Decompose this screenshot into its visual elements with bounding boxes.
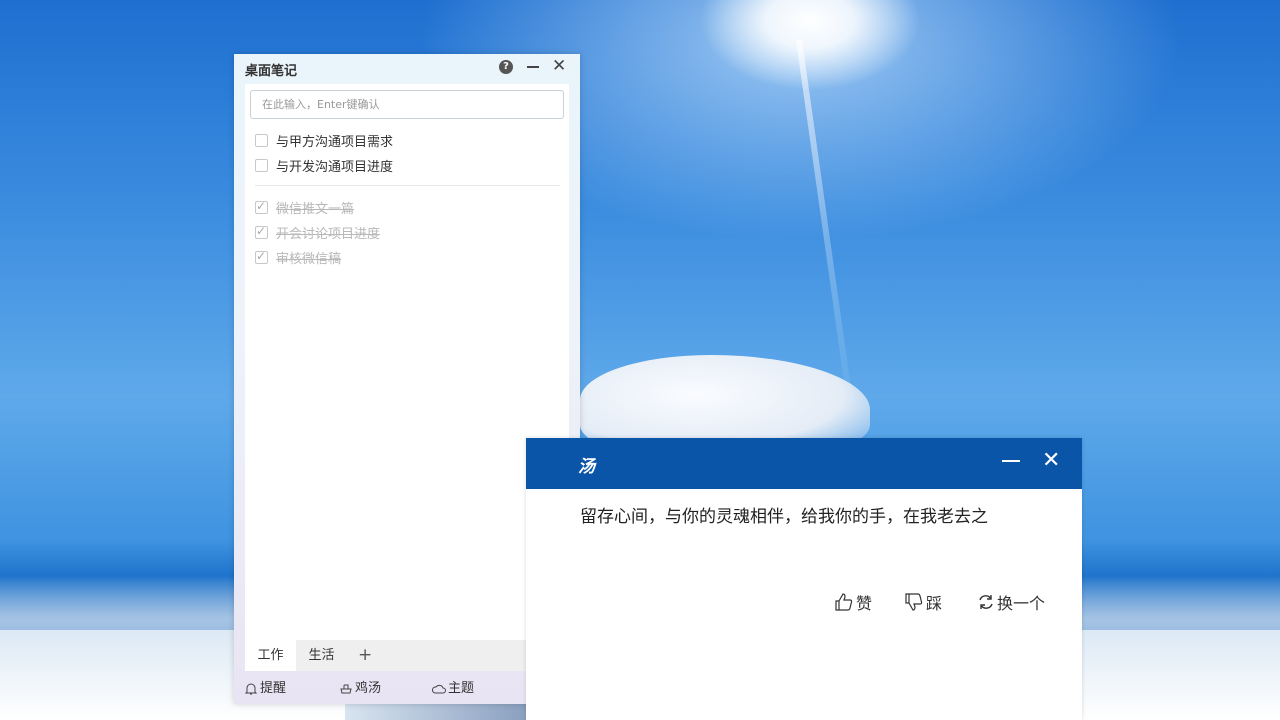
sun-ray bbox=[796, 39, 855, 417]
bell-icon bbox=[244, 683, 258, 694]
close-icon[interactable]: ✕ bbox=[552, 58, 566, 75]
like-button[interactable]: 赞 bbox=[834, 590, 872, 614]
todo-input[interactable]: 在此输入，Enter键确认 bbox=[250, 90, 564, 119]
checkbox[interactable] bbox=[255, 133, 268, 147]
thumbs-down-icon bbox=[905, 593, 923, 611]
dislike-label: 踩 bbox=[926, 594, 943, 613]
reminder-button[interactable]: 提醒 bbox=[244, 673, 286, 704]
todo-item[interactable]: 与开发沟通项目进度 bbox=[255, 155, 393, 175]
divider bbox=[255, 185, 560, 186]
todo-item-text: 与开发沟通项目进度 bbox=[276, 159, 394, 175]
close-icon[interactable]: ✕ bbox=[1042, 448, 1060, 474]
completed-todo-item[interactable]: 审核微信稿 bbox=[255, 247, 341, 267]
todo-item-text: 微信推文一篇 bbox=[276, 201, 355, 217]
todo-item-text: 与甲方沟通项目需求 bbox=[276, 134, 394, 150]
soup-button[interactable]: 鸡汤 bbox=[339, 673, 381, 704]
checkbox[interactable] bbox=[255, 158, 268, 172]
theme-button[interactable]: 主题 bbox=[432, 673, 474, 704]
category-tabs: 工作 生活 + bbox=[245, 640, 569, 671]
wallpaper-strip bbox=[345, 704, 526, 720]
refresh-label: 换一个 bbox=[997, 594, 1046, 613]
help-icon[interactable]: ? bbox=[499, 60, 513, 74]
refresh-icon bbox=[979, 595, 993, 609]
add-tab-button[interactable]: + bbox=[358, 640, 372, 671]
checkbox-checked[interactable] bbox=[255, 199, 268, 214]
thumbs-up-icon bbox=[835, 593, 853, 611]
dislike-button[interactable]: 踩 bbox=[904, 590, 942, 614]
soup-quote-text: 留存心间，与你的灵魂相伴，给我你的手，在我老去之 bbox=[580, 507, 988, 527]
chicken-soup-window: 汤 ✕ 留存心间，与你的灵魂相伴，给我你的手，在我老去之 赞 踩 换一个 bbox=[526, 438, 1082, 720]
minimize-icon[interactable] bbox=[526, 60, 540, 74]
todo-item-text: 开会讨论项目进度 bbox=[276, 226, 381, 242]
completed-todo-item[interactable]: 开会讨论项目进度 bbox=[255, 222, 380, 242]
soup-window-header: 汤 ✕ bbox=[526, 438, 1082, 489]
theme-label: 主题 bbox=[448, 681, 475, 696]
checkbox-checked[interactable] bbox=[255, 224, 268, 239]
tab-life[interactable]: 生活 bbox=[296, 640, 347, 671]
todo-item-text: 审核微信稿 bbox=[276, 251, 342, 267]
bowl-icon bbox=[340, 684, 352, 693]
soup-window-title: 汤 bbox=[578, 457, 595, 477]
refresh-button[interactable]: 换一个 bbox=[977, 590, 1045, 614]
reminder-label: 提醒 bbox=[260, 681, 287, 696]
completed-todo-item[interactable]: 微信推文一篇 bbox=[255, 197, 354, 217]
soup-label: 鸡汤 bbox=[355, 681, 382, 696]
like-label: 赞 bbox=[856, 594, 873, 613]
todo-item[interactable]: 与甲方沟通项目需求 bbox=[255, 130, 393, 150]
minimize-icon[interactable] bbox=[1002, 460, 1020, 462]
note-list-area: 在此输入，Enter键确认 与甲方沟通项目需求 与开发沟通项目进度 微信推文一篇… bbox=[245, 84, 569, 640]
tab-work[interactable]: 工作 bbox=[245, 640, 296, 671]
cloud-icon bbox=[432, 684, 446, 693]
note-window-title: 桌面笔记 bbox=[245, 64, 298, 79]
checkbox-checked[interactable] bbox=[255, 249, 268, 264]
